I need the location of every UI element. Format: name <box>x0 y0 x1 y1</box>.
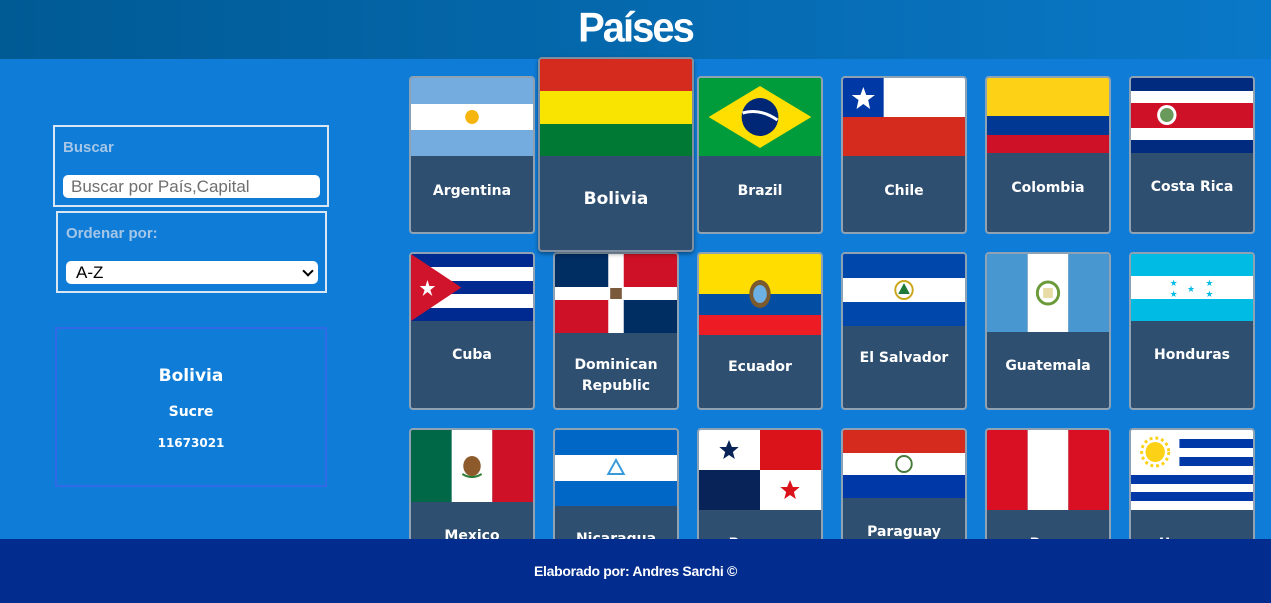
country-name: Ecuador <box>728 359 792 375</box>
flag-colombia-icon <box>987 78 1109 153</box>
flag-argentina-icon <box>411 78 533 156</box>
country-card-el-salvador[interactable]: El Salvador <box>841 252 967 410</box>
country-name: Dominican Republic <box>574 357 658 394</box>
svg-text:★: ★ <box>1170 290 1178 300</box>
country-name: El Salvador <box>859 350 949 366</box>
country-card-colombia[interactable]: Colombia <box>985 76 1111 234</box>
country-card-costa-rica[interactable]: Costa Rica <box>1129 76 1255 234</box>
order-selected-value: A-Z <box>76 263 104 282</box>
footer-prefix: Elaborado por: <box>533 563 630 579</box>
country-name: Cuba <box>452 347 492 363</box>
country-card-argentina[interactable]: Argentina <box>409 76 535 234</box>
flag-ecuador-icon <box>699 254 821 335</box>
flag-brazil-icon <box>699 78 821 156</box>
country-name: Colombia <box>1011 180 1085 196</box>
country-card-honduras[interactable]: ★ ★ ★ ★ ★ Honduras <box>1129 252 1255 410</box>
page-header: Países <box>0 0 1271 59</box>
country-card-brazil[interactable]: Brazil <box>697 76 823 234</box>
flag-panama-icon <box>699 430 821 510</box>
country-name: Brazil <box>737 183 783 199</box>
flag-cuba-icon <box>411 254 533 321</box>
flag-paraguay-icon <box>843 430 965 498</box>
country-card-dominican-republic[interactable]: Dominican Republic <box>553 252 679 410</box>
footer-credit: Elaborado por: Andres Sarchi © <box>0 539 1271 603</box>
flag-honduras-icon: ★ ★ ★ ★ ★ <box>1131 254 1253 321</box>
svg-text:★: ★ <box>1187 285 1195 295</box>
country-card-ecuador[interactable]: Ecuador <box>697 252 823 410</box>
flag-dominican-republic-icon <box>555 254 677 333</box>
page-title: Países <box>578 4 695 52</box>
flag-nicaragua-icon <box>555 430 677 506</box>
country-card-chile[interactable]: Chile <box>841 76 967 234</box>
flag-guatemala-icon <box>987 254 1109 332</box>
country-name: Bolivia <box>583 189 649 209</box>
flag-mexico-icon <box>411 430 533 502</box>
detail-country-name: Bolivia <box>158 366 224 386</box>
svg-text:★: ★ <box>1206 279 1214 289</box>
svg-text:★: ★ <box>1206 290 1214 300</box>
country-card-cuba[interactable]: Cuba <box>409 252 535 410</box>
country-card-guatemala[interactable]: Guatemala <box>985 252 1111 410</box>
flag-costa-rica-icon <box>1131 78 1253 153</box>
detail-capital: Sucre <box>168 404 214 420</box>
country-name: Guatemala <box>1005 358 1091 374</box>
page-footer: Elaborado por: Andres Sarchi © <box>0 539 1271 603</box>
order-label: Ordenar por: <box>66 225 158 242</box>
flag-uruguay-icon <box>1131 430 1253 510</box>
order-panel: Ordenar por: A-Z <box>56 211 327 293</box>
country-name: Honduras <box>1154 347 1230 363</box>
flag-el-salvador-icon <box>843 254 965 326</box>
svg-text:★: ★ <box>1170 279 1178 289</box>
footer-author-link[interactable]: Andres Sarchi <box>632 563 723 579</box>
copyright-icon: © <box>727 563 738 579</box>
detail-population: 11673021 <box>157 436 225 450</box>
order-select[interactable]: A-Z <box>66 261 318 284</box>
country-name: Argentina <box>432 183 512 199</box>
search-panel: Buscar <box>53 125 329 207</box>
search-label: Buscar <box>63 139 114 156</box>
flag-bolivia-icon <box>540 59 692 156</box>
country-card-bolivia[interactable]: Bolivia <box>538 57 694 252</box>
country-detail: Bolivia Sucre 11673021 <box>55 327 327 487</box>
country-name: Costa Rica <box>1150 179 1234 195</box>
chevron-down-icon <box>302 265 314 277</box>
flag-chile-icon <box>843 78 965 156</box>
country-name: Chile <box>884 183 924 199</box>
flag-peru-icon <box>987 430 1109 510</box>
search-input[interactable] <box>63 175 320 198</box>
